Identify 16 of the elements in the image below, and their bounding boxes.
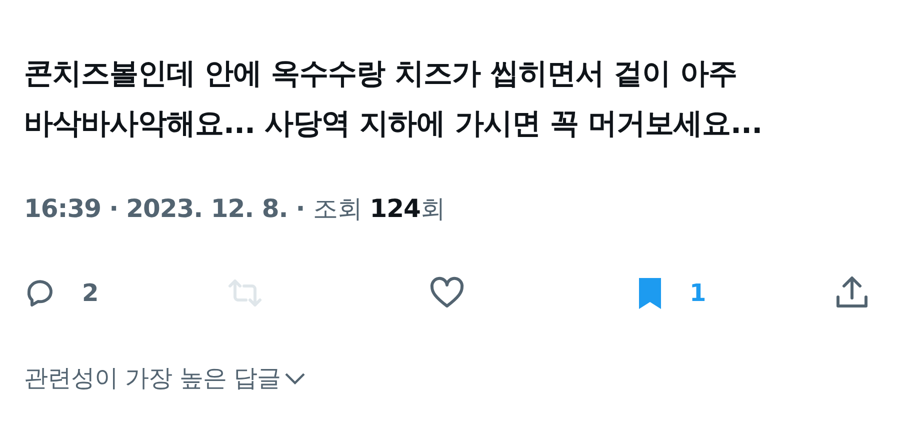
post-date[interactable]: 2023. 12. 8. [126,190,288,228]
views-label: 조회 [312,193,362,225]
share-button[interactable] [834,274,870,310]
views-unit: 회 [420,193,445,225]
reply-sort-dropdown[interactable]: 관련성이 가장 높은 답글 [24,360,306,396]
chevron-down-icon [284,370,306,384]
post-time[interactable]: 16:39 [24,190,102,228]
separator-dot: · [296,193,305,225]
action-count: 2 [82,278,99,308]
separator-dot: · [109,193,118,225]
post-text: 콘치즈볼인데 안에 옥수수랑 치즈가 씹히면서 겉이 아주 바삭바사악해요... 사당역 지하에 가시면 꼭 머거보세요... [23,55,764,142]
reply-button[interactable]: 2 [24,274,194,310]
heart-icon [429,274,465,310]
action-count: 1 [690,278,706,308]
upload-icon [834,274,870,310]
views-count: 124 [370,193,420,225]
